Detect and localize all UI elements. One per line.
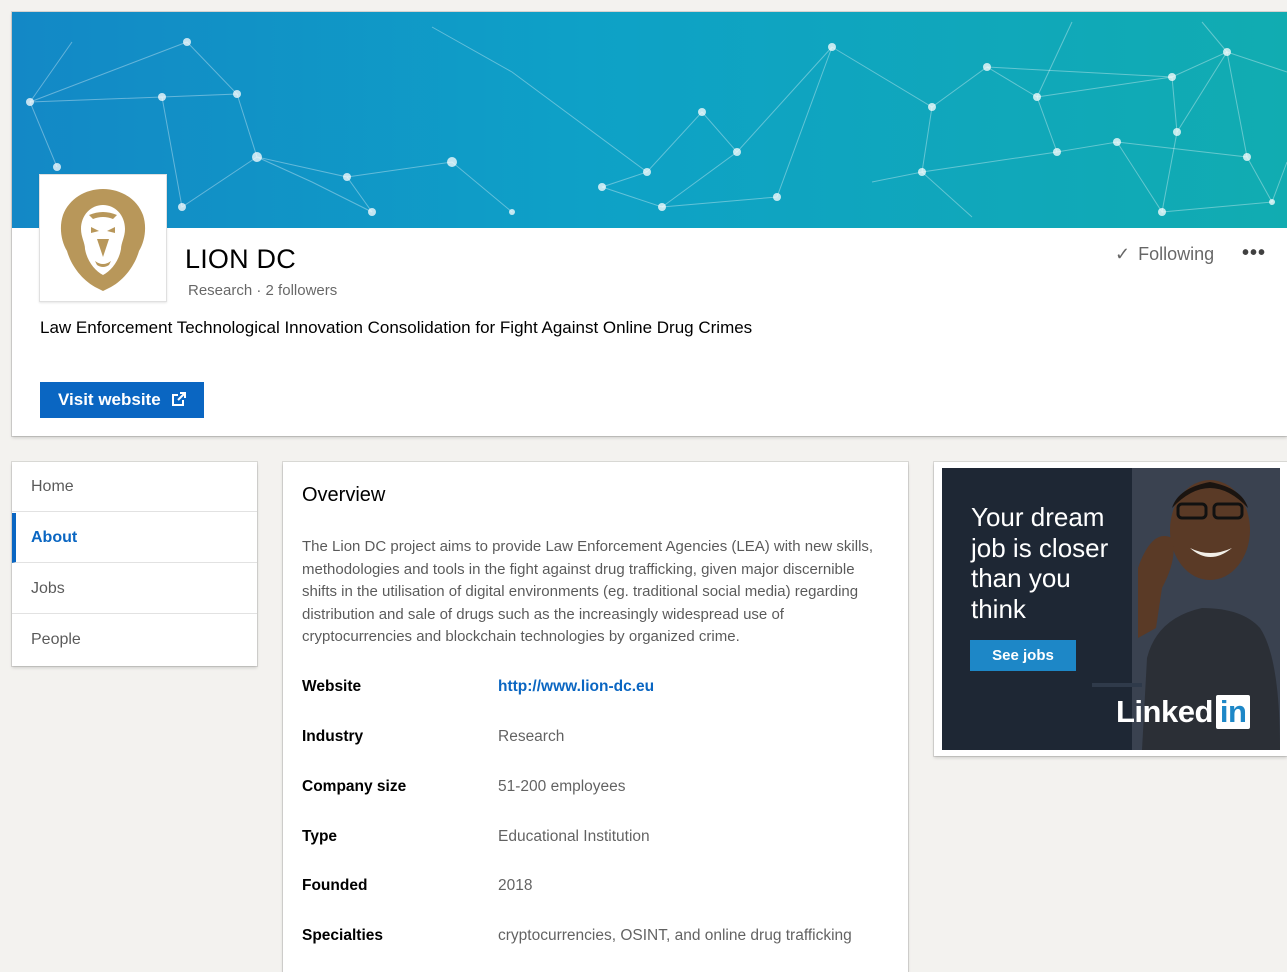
cover-banner xyxy=(12,12,1287,228)
company-nav: Home About Jobs People xyxy=(12,462,257,666)
visit-website-label: Visit website xyxy=(58,390,161,409)
see-jobs-button[interactable]: See jobs xyxy=(970,640,1076,671)
overview-title: Overview xyxy=(302,484,386,506)
nav-item-about[interactable]: About xyxy=(12,513,257,563)
info-row-company-size: Company size 51-200 employees xyxy=(302,778,902,802)
check-icon: ✓ xyxy=(1115,244,1131,264)
company-header-card: LION DC Research · 2 followers Law Enfor… xyxy=(12,12,1287,436)
info-row-founded: Founded 2018 xyxy=(302,877,902,901)
linkedin-logo: Linked in xyxy=(1116,694,1251,730)
ad-banner[interactable]: Your dream job is closer than you think … xyxy=(942,468,1280,750)
info-key: Company size xyxy=(302,778,407,795)
following-button[interactable]: ✓ Following xyxy=(1115,244,1214,265)
info-row-website: Website http://www.lion-dc.eu xyxy=(302,678,902,702)
info-value: 2018 xyxy=(498,877,533,894)
info-key: Website xyxy=(302,678,362,695)
overview-description: The Lion DC project aims to provide Law … xyxy=(302,538,874,646)
info-row-type: Type Educational Institution xyxy=(302,828,902,852)
more-options-button[interactable]: ••• xyxy=(1242,242,1266,265)
nav-item-people[interactable]: People xyxy=(12,615,257,665)
network-pattern xyxy=(26,21,1287,218)
info-key: Founded xyxy=(302,877,368,894)
company-meta: Research · 2 followers xyxy=(188,282,337,299)
company-industry: Research xyxy=(188,282,253,299)
info-value: 51-200 employees xyxy=(498,778,626,795)
visit-website-button[interactable]: Visit website xyxy=(40,382,204,418)
linkedin-logo-text: Linked xyxy=(1116,694,1213,729)
website-link[interactable]: http://www.lion-dc.eu xyxy=(498,678,654,696)
meta-separator: · xyxy=(256,282,262,299)
following-label: Following xyxy=(1138,244,1215,264)
info-value: cryptocurrencies, OSINT, and online drug… xyxy=(498,927,852,944)
external-link-icon xyxy=(172,392,186,406)
company-logo[interactable] xyxy=(39,174,167,302)
company-name: LION DC xyxy=(185,244,296,274)
info-key: Type xyxy=(302,828,338,845)
ad-headline: Your dream job is closer than you think xyxy=(971,502,1109,624)
overview-card: Overview The Lion DC project aims to pro… xyxy=(283,462,908,972)
lion-logo-icon xyxy=(60,189,146,291)
info-key: Industry xyxy=(302,728,364,745)
ad-card: Your dream job is closer than you think … xyxy=(934,462,1287,756)
info-value: Research xyxy=(498,728,565,745)
nav-item-home[interactable]: Home xyxy=(12,462,257,512)
info-row-industry: Industry Research xyxy=(302,728,902,752)
more-icon: ••• xyxy=(1242,242,1267,264)
info-value: Educational Institution xyxy=(498,828,650,845)
info-row-specialties: Specialties cryptocurrencies, OSINT, and… xyxy=(302,927,902,951)
nav-item-jobs[interactable]: Jobs xyxy=(12,564,257,614)
info-key: Specialties xyxy=(302,927,383,944)
linkedin-in-icon: in xyxy=(1215,695,1251,729)
followers-count: 2 followers xyxy=(265,282,338,299)
company-tagline: Law Enforcement Technological Innovation… xyxy=(40,318,753,337)
